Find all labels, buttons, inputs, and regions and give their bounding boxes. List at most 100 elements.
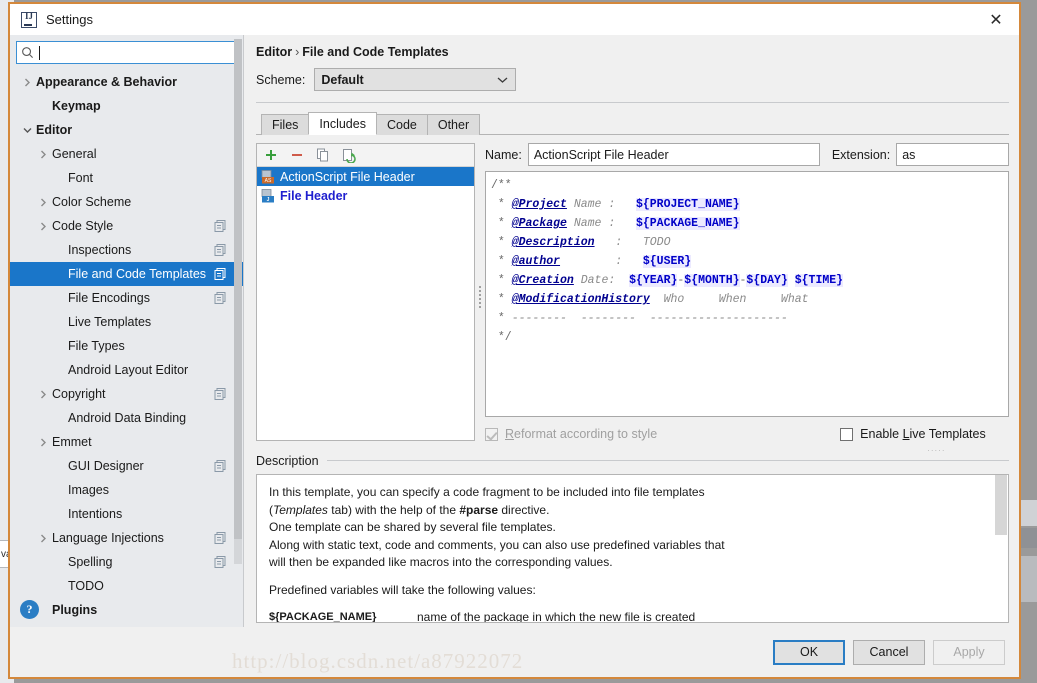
tab-files[interactable]: Files <box>261 114 310 135</box>
chevron-down-icon <box>497 77 508 83</box>
sidebar-item-intentions[interactable]: Intentions <box>10 502 243 526</box>
template-options-row: Reformat according to style Enable Live … <box>485 417 1009 455</box>
description-rule <box>326 460 1009 461</box>
search-box[interactable] <box>16 41 237 64</box>
dialog-footer: http://blog.csdn.net/a87922072 OK Cancel… <box>10 627 1019 677</box>
sidebar-item-label: Android Data Binding <box>68 411 187 425</box>
sidebar-item-label: Code Style <box>52 219 114 233</box>
sidebar-item-code-style[interactable]: Code Style <box>10 214 243 238</box>
live-templates-checkbox[interactable] <box>840 427 854 441</box>
list-item-label: File Header <box>280 188 348 203</box>
twisty-collapsed-icon[interactable] <box>34 534 52 543</box>
sidebar-item-file-types[interactable]: File Types <box>10 334 243 358</box>
sidebar-item-label: Live Templates <box>68 315 152 329</box>
extension-label: Extension: <box>831 147 891 162</box>
sidebar-item-language-injections[interactable]: Language Injections <box>10 526 243 550</box>
twisty-collapsed-icon[interactable] <box>34 150 52 159</box>
sidebar-item-label: Language Injections <box>52 531 164 545</box>
remove-icon[interactable] <box>289 147 305 163</box>
help-button[interactable]: ? <box>20 600 39 619</box>
code-line: * @Description : TODO <box>491 236 671 249</box>
scheme-row: Scheme: Default <box>256 68 1009 91</box>
twisty-collapsed-icon[interactable] <box>34 222 52 231</box>
scheme-value: Default <box>321 72 364 87</box>
twisty-collapsed-icon[interactable] <box>18 78 36 87</box>
sidebar-scrollbar-thumb[interactable] <box>234 39 242 539</box>
sidebar-item-label: Emmet <box>52 435 92 449</box>
scheme-select[interactable]: Default <box>314 68 517 91</box>
sidebar-scrollbar[interactable] <box>234 39 242 564</box>
name-input[interactable]: ActionScript File Header <box>527 143 820 166</box>
code-line: */ <box>491 331 512 344</box>
java-file-icon: J <box>261 188 275 203</box>
description-scrollbar-thumb[interactable] <box>995 475 1007 535</box>
twisty-collapsed-icon[interactable] <box>34 198 52 207</box>
sidebar-item-keymap[interactable]: Keymap <box>10 94 243 118</box>
sidebar-item-label: GUI Designer <box>68 459 144 473</box>
project-scope-icon <box>214 388 227 401</box>
sidebar-item-file-and-code-templates[interactable]: File and Code Templates <box>10 262 243 286</box>
sidebar-item-label: File Encodings <box>68 291 150 305</box>
sidebar-item-gui-designer[interactable]: GUI Designer <box>10 454 243 478</box>
ide-background-block-3 <box>1021 556 1037 602</box>
extension-input[interactable]: as <box>896 143 1009 166</box>
watermark: http://blog.csdn.net/a87922072 <box>232 649 524 673</box>
sidebar-item-appearance-behavior[interactable]: Appearance & Behavior <box>10 70 243 94</box>
search-container <box>10 35 243 68</box>
breadcrumb-leaf: File and Code Templates <box>302 45 449 59</box>
tab-other[interactable]: Other <box>426 114 481 135</box>
reformat-label: Reformat according to style <box>505 427 658 441</box>
template-list-toolbar <box>257 144 474 167</box>
add-icon[interactable] <box>263 147 279 163</box>
twisty-expanded-icon[interactable] <box>18 126 36 135</box>
sidebar-item-color-scheme[interactable]: Color Scheme <box>10 190 243 214</box>
twisty-collapsed-icon[interactable] <box>34 438 52 447</box>
sidebar-item-inspections[interactable]: Inspections <box>10 238 243 262</box>
list-item[interactable]: J File Header <box>257 186 474 205</box>
sidebar-item-editor[interactable]: Editor <box>10 118 243 142</box>
template-code-editor[interactable]: /** * @Project Name : ${PROJECT_NAME} * … <box>485 171 1009 417</box>
code-line: * @ModificationHistory Who When What <box>491 293 809 306</box>
tab-includes[interactable]: Includes <box>308 112 377 135</box>
description-variable-meaning: name of the package in which the new fil… <box>417 610 696 623</box>
sidebar-item-label: Android Layout Editor <box>68 363 189 377</box>
code-line: /** <box>491 179 512 192</box>
ide-background-block-2 <box>1021 528 1037 548</box>
sidebar-item-todo[interactable]: TODO <box>10 574 243 598</box>
sidebar-item-file-encodings[interactable]: File Encodings <box>10 286 243 310</box>
ok-button[interactable]: OK <box>773 639 845 665</box>
list-item[interactable]: AS ActionScript File Header <box>257 167 474 186</box>
cancel-button[interactable]: Cancel <box>853 639 925 665</box>
project-scope-icon <box>214 268 227 281</box>
twisty-collapsed-icon[interactable] <box>34 390 52 399</box>
project-scope-icon <box>214 556 227 569</box>
intellij-idea-icon <box>21 11 37 28</box>
reset-icon[interactable] <box>341 147 357 163</box>
sidebar-item-copyright[interactable]: Copyright <box>10 382 243 406</box>
sidebar-item-label: Font <box>68 171 94 185</box>
description-line: One template can be shared by several fi… <box>269 520 556 534</box>
project-scope-icon <box>214 220 227 233</box>
sidebar-item-emmet[interactable]: Emmet <box>10 430 243 454</box>
sidebar-item-plugins[interactable]: Plugins <box>10 598 243 622</box>
search-input[interactable] <box>40 43 232 62</box>
apply-button: Apply <box>933 639 1005 665</box>
panel-splitter[interactable] <box>475 143 485 451</box>
sidebar-item-android-data-binding[interactable]: Android Data Binding <box>10 406 243 430</box>
description-line: will then be expanded like macros into t… <box>269 555 613 569</box>
tab-code[interactable]: Code <box>375 114 428 135</box>
screen-root: va Settings ✕ <box>0 0 1037 683</box>
sidebar-item-font[interactable]: Font <box>10 166 243 190</box>
close-icon[interactable]: ✕ <box>973 4 1019 35</box>
sidebar-item-general[interactable]: General <box>10 142 243 166</box>
description-scrollbar[interactable] <box>994 475 1008 622</box>
sidebar-item-android-layout-editor[interactable]: Android Layout Editor <box>10 358 243 382</box>
sidebar-item-images[interactable]: Images <box>10 478 243 502</box>
breadcrumb-separator: › <box>295 45 300 59</box>
project-scope-icon <box>214 460 227 473</box>
code-line: * @Package Name : ${PACKAGE_NAME} <box>491 217 740 230</box>
copy-icon[interactable] <box>315 147 331 163</box>
sidebar-item-live-templates[interactable]: Live Templates <box>10 310 243 334</box>
sidebar-item-spelling[interactable]: Spelling <box>10 550 243 574</box>
breadcrumb-root[interactable]: Editor <box>256 45 292 59</box>
